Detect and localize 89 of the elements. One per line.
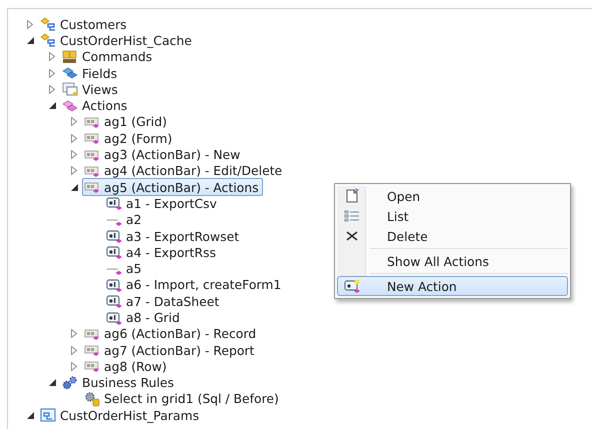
item-label: ag4 (ActionBar) - Edit/Delete: [104, 163, 282, 178]
tree-item[interactable]: ag2 (Form): [82, 129, 176, 148]
item-label: a7 - DataSheet: [126, 294, 220, 309]
tree-item[interactable]: ag8 (Row): [82, 357, 171, 376]
list-icon: [344, 208, 360, 224]
item-label: a2: [126, 212, 142, 228]
tree-item[interactable]: Fields: [60, 64, 122, 82]
text-field-icon: [106, 293, 122, 310]
expanded-arrow-icon[interactable]: [48, 379, 56, 386]
item-label: a4 - ExportRss: [126, 244, 216, 260]
expanded-arrow-icon[interactable]: [26, 412, 34, 419]
collapsed-arrow-icon[interactable]: [71, 117, 77, 126]
tree-item[interactable]: a8 - Grid: [104, 308, 184, 326]
item-label: ag3 (ActionBar) - New: [104, 147, 240, 162]
text-field-icon: [106, 195, 122, 212]
item-label: ag2 (Form): [104, 130, 172, 146]
database-icon: [62, 48, 78, 65]
collapsed-arrow-icon[interactable]: [71, 150, 77, 160]
item-label: a8 - Grid: [126, 310, 180, 325]
collapsed-arrow-icon[interactable]: [71, 346, 77, 355]
item-label: ag8 (Row): [104, 358, 167, 374]
tree-item[interactable]: Select in grid1 (Sql / Before): [82, 390, 283, 408]
item-label: CustOrderHist_Cache: [60, 32, 192, 48]
item-label: ag6 (ActionBar) - Record: [104, 326, 256, 342]
tree-item[interactable]: a6 - Import, createForm1: [104, 276, 286, 294]
menu-item[interactable]: List: [337, 206, 568, 226]
text-field-icon: [106, 244, 122, 260]
text-field-icon: [344, 278, 360, 294]
tree-item[interactable]: ag3 (ActionBar) - New: [82, 146, 244, 164]
item-label: a1 - ExportCsv: [126, 196, 217, 211]
item-label: ag1 (Grid): [104, 114, 167, 130]
menu-item[interactable]: Open: [337, 186, 568, 206]
item-label: Commands: [82, 49, 152, 64]
tree-item[interactable]: ag7 (ActionBar) - Report: [82, 341, 258, 360]
collapsed-arrow-icon[interactable]: [49, 84, 55, 94]
tree-item[interactable]: Views: [60, 80, 122, 98]
gear-icon: [84, 390, 100, 407]
item-label: a5: [126, 261, 142, 276]
item-label: Customers: [60, 16, 127, 32]
item-label: Business Rules: [82, 375, 174, 390]
item-label: Views: [82, 82, 118, 97]
tree-item[interactable]: Commands: [60, 48, 156, 66]
collapsed-arrow-icon[interactable]: [71, 362, 77, 371]
expanded-arrow-icon[interactable]: [70, 184, 78, 191]
item-label: ag7 (ActionBar) - Report: [104, 342, 254, 358]
item-label: Fields: [82, 66, 118, 81]
tree-item[interactable]: ag6 (ActionBar) - Record: [82, 324, 260, 343]
menu-item[interactable]: New Action: [337, 276, 568, 296]
line-icon: [107, 218, 122, 226]
collapsed-arrow-icon[interactable]: [49, 52, 55, 62]
expanded-arrow-icon[interactable]: [26, 36, 34, 44]
tree-item[interactable]: CustOrderHist_Cache: [38, 31, 196, 50]
collapsed-arrow-icon[interactable]: [71, 166, 77, 176]
item-label: ag5 (ActionBar) - Actions: [104, 180, 259, 195]
table-icon: [40, 407, 56, 424]
menu-item[interactable]: Show All Actions: [337, 251, 568, 271]
tree-item[interactable]: a3 - ExportRowset: [104, 227, 244, 246]
line-icon: [107, 268, 122, 275]
text-field-icon: [106, 228, 122, 244]
gears-icon: [62, 374, 78, 391]
page-icon: [344, 188, 360, 204]
tree-item[interactable]: Customers: [38, 15, 131, 34]
tree-item[interactable]: Business Rules: [60, 374, 178, 392]
windows-icon: [62, 81, 78, 98]
tree-item[interactable]: a7 - DataSheet: [104, 292, 224, 310]
tree-item[interactable]: a4 - ExportRss: [104, 243, 220, 262]
collapsed-arrow-icon[interactable]: [27, 20, 33, 29]
collapsed-arrow-icon[interactable]: [49, 68, 55, 78]
item-label: a6 - Import, createForm1: [126, 277, 282, 292]
tree-item[interactable]: ag4 (ActionBar) - Edit/Delete: [82, 162, 286, 180]
tree-item[interactable]: CustOrderHist_Params: [38, 406, 204, 424]
tree-item[interactable]: Actions: [60, 96, 132, 115]
menu-item[interactable]: Delete: [337, 226, 568, 246]
collapsed-arrow-icon[interactable]: [71, 329, 77, 338]
tree-item[interactable]: a1 - ExportCsv: [104, 194, 221, 212]
text-field-icon: [106, 276, 122, 293]
item-label: Actions: [82, 98, 128, 114]
entity-icon: [40, 16, 56, 32]
expanded-arrow-icon[interactable]: [48, 102, 56, 110]
item-label: a3 - ExportRowset: [126, 228, 240, 244]
tree-item[interactable]: a5: [104, 260, 146, 278]
item-label: CustOrderHist_Params: [60, 408, 200, 423]
text-field-icon: [106, 310, 122, 326]
collapsed-arrow-icon[interactable]: [71, 134, 77, 143]
item-label: Select in grid1 (Sql / Before): [104, 391, 279, 406]
tree-item[interactable]: a2: [104, 210, 146, 229]
entity-icon: [40, 32, 56, 48]
tree-item[interactable]: ag5 (ActionBar) - Actions: [82, 178, 263, 196]
tree-item[interactable]: ag1 (Grid): [82, 112, 171, 131]
